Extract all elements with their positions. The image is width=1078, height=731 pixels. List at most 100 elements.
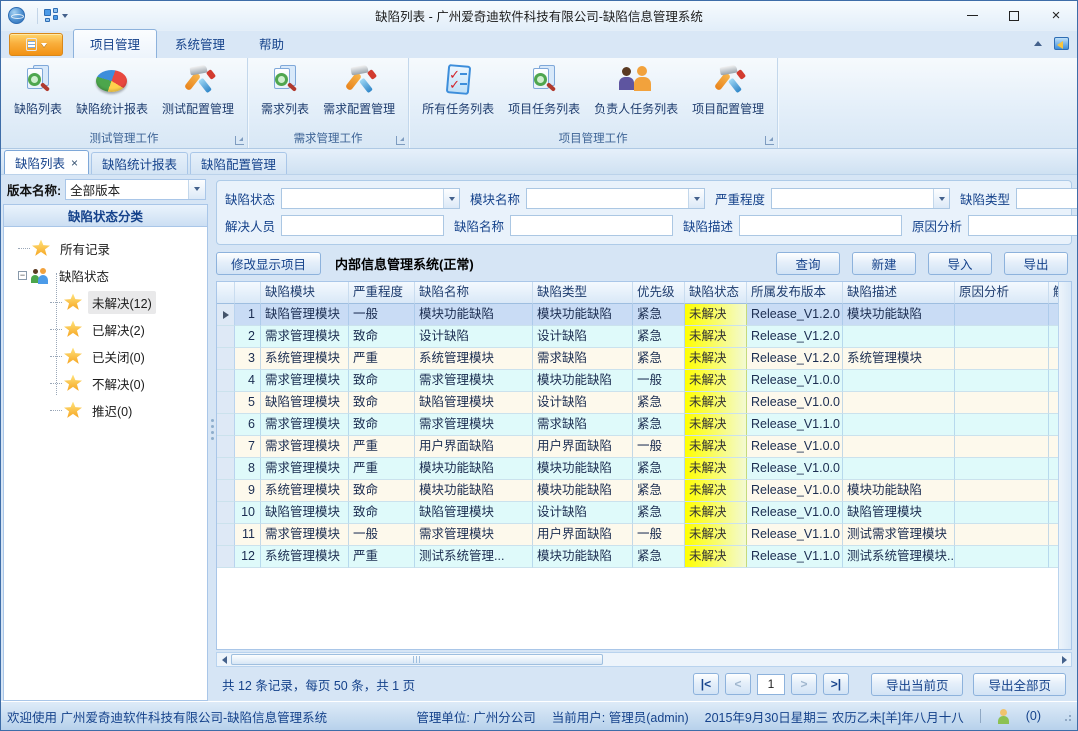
document-tab[interactable]: 缺陷统计报表: [91, 152, 188, 174]
filter-text-input[interactable]: [282, 216, 443, 235]
filter-text-input[interactable]: [1017, 189, 1078, 208]
tools-icon: [180, 63, 216, 97]
tree-item[interactable]: − 缺陷状态: [4, 262, 207, 289]
table-row[interactable]: 8需求管理模块严重模块功能缺陷模块功能缺陷紧急未解决Release_V1.0.0: [217, 458, 1058, 480]
table-row[interactable]: 6需求管理模块致命需求管理模块需求缺陷紧急未解决Release_V1.1.0: [217, 414, 1058, 436]
prev-page-button[interactable]: <: [725, 673, 751, 695]
tree-item[interactable]: 已解决(2): [4, 316, 207, 343]
application-menu-button[interactable]: [9, 33, 63, 56]
ribbon-button[interactable]: 测试配置管理: [155, 60, 241, 126]
filter-combo[interactable]: [1016, 188, 1078, 209]
table-row[interactable]: 11需求管理模块一般需求管理模块用户界面缺陷一般未解决Release_V1.1.…: [217, 524, 1058, 546]
ribbon-button[interactable]: 缺陷列表: [7, 60, 69, 126]
export-all-pages-button[interactable]: 导出全部页: [973, 673, 1066, 696]
table-row[interactable]: 4需求管理模块致命需求管理模块模块功能缺陷一般未解决Release_V1.0.0: [217, 370, 1058, 392]
dialog-launcher-icon[interactable]: [396, 136, 405, 145]
ribbon-button[interactable]: ✓✓ 所有任务列表: [415, 60, 501, 126]
scroll-left-icon[interactable]: [217, 653, 231, 666]
collapse-expander-icon[interactable]: −: [18, 271, 27, 280]
toolbar-action-button[interactable]: 查询: [776, 252, 840, 275]
ribbon-button[interactable]: 需求列表: [254, 60, 316, 126]
filter-text-input[interactable]: [740, 216, 901, 235]
column-header[interactable]: 原因分析: [955, 282, 1049, 304]
style-help-icon[interactable]: [1054, 37, 1069, 50]
column-header[interactable]: 解决方法: [1049, 282, 1058, 304]
ribbon-button[interactable]: 项目配置管理: [685, 60, 771, 126]
first-page-button[interactable]: |<: [693, 673, 719, 695]
tree-item[interactable]: 所有记录: [4, 235, 207, 262]
filter-input[interactable]: [739, 215, 902, 236]
column-header[interactable]: 缺陷状态: [685, 282, 747, 304]
dialog-launcher-icon[interactable]: [235, 136, 244, 145]
table-row[interactable]: 3系统管理模块严重系统管理模块需求缺陷紧急未解决Release_V1.2.0系统…: [217, 348, 1058, 370]
filter-text-input[interactable]: [282, 189, 443, 208]
table-row[interactable]: 7需求管理模块严重用户界面缺陷用户界面缺陷一般未解决Release_V1.0.0: [217, 436, 1058, 458]
document-tab[interactable]: 缺陷配置管理: [190, 152, 287, 174]
table-row[interactable]: 2需求管理模块致命设计缺陷设计缺陷紧急未解决Release_V1.2.0: [217, 326, 1058, 348]
table-row[interactable]: 12系统管理模块严重测试系统管理...模块功能缺陷紧急未解决Release_V1…: [217, 546, 1058, 568]
collapse-ribbon-icon[interactable]: [1034, 41, 1042, 46]
maximize-button[interactable]: [993, 1, 1035, 30]
document-tab[interactable]: 缺陷列表 ×: [4, 150, 89, 174]
toolbar-action-button[interactable]: 导出: [1004, 252, 1068, 275]
page-number-input[interactable]: [757, 674, 785, 695]
user-messages-icon[interactable]: [997, 709, 1010, 724]
chevron-down-icon[interactable]: [188, 180, 205, 199]
toolbar-action-button[interactable]: 新建: [852, 252, 916, 275]
filter-input[interactable]: [281, 215, 444, 236]
filter-text-input[interactable]: [969, 216, 1078, 235]
resize-grip[interactable]: [1061, 711, 1071, 721]
ribbon-button[interactable]: 项目任务列表: [501, 60, 587, 126]
table-row[interactable]: 9系统管理模块致命模块功能缺陷模块功能缺陷紧急未解决Release_V1.0.0…: [217, 480, 1058, 502]
toolbar-action-button[interactable]: 导入: [928, 252, 992, 275]
tree-item[interactable]: 推迟(0): [4, 397, 207, 424]
export-current-page-button[interactable]: 导出当前页: [871, 673, 964, 696]
close-tab-icon[interactable]: ×: [71, 157, 78, 169]
horizontal-scrollbar[interactable]: [216, 652, 1072, 667]
filter-text-input[interactable]: [527, 189, 688, 208]
filter-input[interactable]: [968, 215, 1078, 236]
vertical-scrollbar[interactable]: [1058, 282, 1071, 649]
ribbon-button[interactable]: 需求配置管理: [316, 60, 402, 126]
quick-access-dropdown-icon[interactable]: [62, 14, 68, 18]
filter-combo[interactable]: [771, 188, 950, 209]
column-header[interactable]: 优先级: [633, 282, 685, 304]
scroll-right-icon[interactable]: [1057, 653, 1071, 666]
column-header[interactable]: 缺陷描述: [843, 282, 955, 304]
filter-text-input[interactable]: [511, 216, 672, 235]
column-header[interactable]: 缺陷名称: [415, 282, 533, 304]
panel-splitter[interactable]: [208, 178, 216, 701]
chevron-down-icon[interactable]: [443, 189, 459, 208]
ribbon-tab[interactable]: 帮助: [243, 30, 300, 58]
dialog-launcher-icon[interactable]: [765, 136, 774, 145]
tree-item[interactable]: 不解决(0): [4, 370, 207, 397]
last-page-button[interactable]: >|: [823, 673, 849, 695]
filter-input[interactable]: [510, 215, 673, 236]
quick-access-toolbar-icon[interactable]: [44, 8, 59, 23]
tree-item[interactable]: 未解决(12): [4, 289, 207, 316]
column-header[interactable]: 缺陷模块: [261, 282, 349, 304]
filter-text-input[interactable]: [772, 189, 933, 208]
column-header[interactable]: 缺陷类型: [533, 282, 633, 304]
filter-combo[interactable]: [281, 188, 460, 209]
minimize-button[interactable]: [951, 1, 993, 30]
close-button[interactable]: ×: [1035, 1, 1077, 30]
ribbon-tab[interactable]: 项目管理: [73, 29, 157, 58]
table-row[interactable]: 10缺陷管理模块致命缺陷管理模块设计缺陷紧急未解决Release_V1.0.0缺…: [217, 502, 1058, 524]
chevron-down-icon[interactable]: [688, 189, 704, 208]
table-row[interactable]: 1缺陷管理模块一般模块功能缺陷模块功能缺陷紧急未解决Release_V1.2.0…: [217, 304, 1058, 326]
horizontal-scroll-thumb[interactable]: [231, 654, 603, 665]
version-combo[interactable]: 全部版本: [65, 179, 206, 200]
modify-display-items-button[interactable]: 修改显示项目: [216, 252, 321, 275]
column-header[interactable]: 严重程度: [349, 282, 415, 304]
row-number: 3: [235, 348, 261, 370]
tree-item[interactable]: 已关闭(0): [4, 343, 207, 370]
ribbon-tab[interactable]: 系统管理: [159, 30, 241, 58]
ribbon-button[interactable]: 负责人任务列表: [587, 60, 685, 126]
column-header[interactable]: 所属发布版本: [747, 282, 843, 304]
ribbon-button[interactable]: 缺陷统计报表: [69, 60, 155, 126]
filter-combo[interactable]: [526, 188, 705, 209]
chevron-down-icon[interactable]: [933, 189, 949, 208]
next-page-button[interactable]: >: [791, 673, 817, 695]
table-row[interactable]: 5缺陷管理模块致命缺陷管理模块设计缺陷紧急未解决Release_V1.0.0: [217, 392, 1058, 414]
